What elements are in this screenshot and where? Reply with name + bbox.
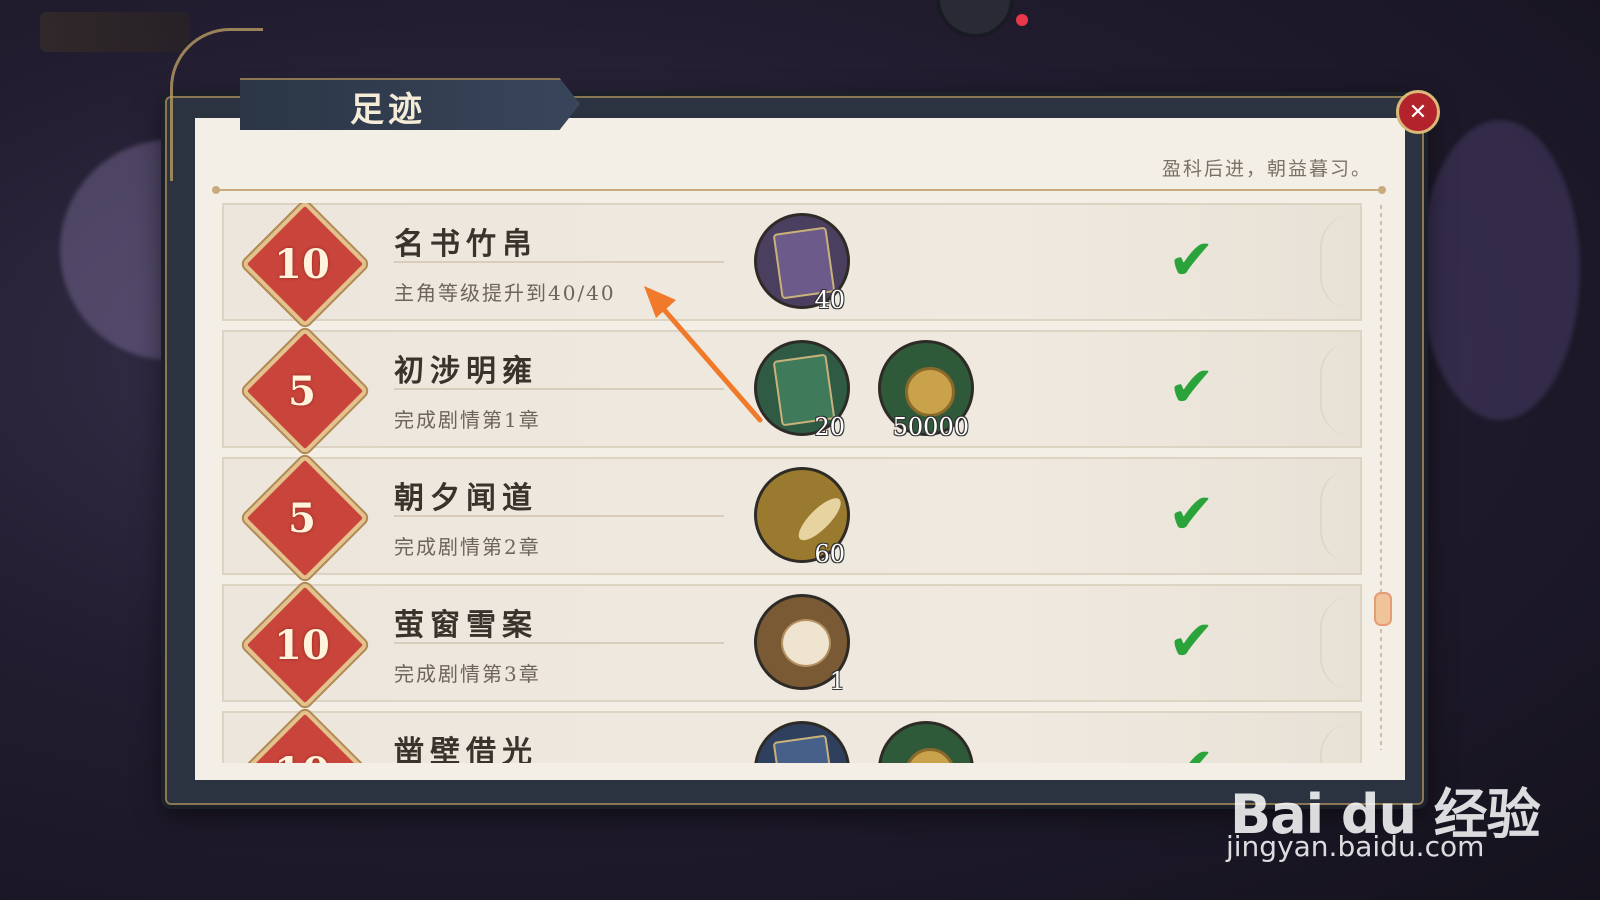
- annotation-arrow: [644, 286, 763, 423]
- baidu-watermark-url: jingyan.baidu.com: [1226, 830, 1485, 863]
